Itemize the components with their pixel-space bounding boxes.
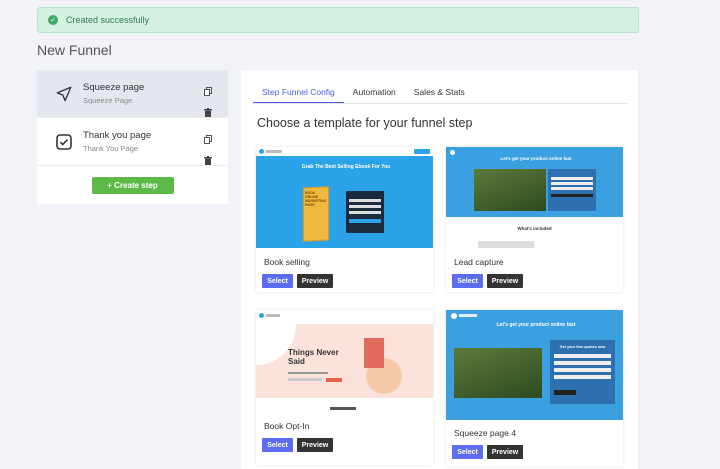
preview-button[interactable]: Preview xyxy=(297,274,333,288)
step-item-squeeze-page[interactable]: Squeeze page Squeeze Page xyxy=(37,70,228,118)
tab-sales-stats[interactable]: Sales & Stats xyxy=(405,80,474,103)
copy-icon[interactable] xyxy=(204,83,212,101)
template-card-lead-capture: Let's get your product online fast What'… xyxy=(446,147,623,292)
section-heading: Choose a template for your funnel step xyxy=(257,116,473,130)
select-button[interactable]: Select xyxy=(262,438,293,452)
create-step-area: + Create step xyxy=(37,166,228,204)
step-subtitle: Thank You Page xyxy=(83,144,139,153)
template-name: Lead capture xyxy=(454,257,504,267)
preview-button[interactable]: Preview xyxy=(297,438,333,452)
template-card-squeeze-page-4: Let's get your product online fast Get y… xyxy=(446,310,623,466)
template-thumbnail: Grab The Best Selling Ebook For You BOOK… xyxy=(256,147,433,248)
preview-button[interactable]: Preview xyxy=(487,445,523,459)
navigation-arrow-icon xyxy=(54,84,74,104)
check-square-icon xyxy=(54,132,74,152)
thumb-headline: Let's get your product online fast xyxy=(500,156,572,161)
thumb-subheading: What's included xyxy=(517,226,552,231)
thumb-form-title: Get your free quotes now xyxy=(559,345,606,349)
step-title: Squeeze page xyxy=(83,82,145,93)
funnel-steps-panel: Squeeze page Squeeze Page Thank you page… xyxy=(37,70,228,204)
check-circle-icon: ✓ xyxy=(48,15,58,25)
copy-icon[interactable] xyxy=(204,131,212,149)
select-button[interactable]: Select xyxy=(452,274,483,288)
template-name: Book Opt-In xyxy=(264,421,310,431)
tab-automation[interactable]: Automation xyxy=(344,80,405,103)
template-thumbnail: Let's get your product online fast What'… xyxy=(446,147,623,248)
step-config-panel: Step Funnel Config Automation Sales & St… xyxy=(241,70,638,469)
select-button[interactable]: Select xyxy=(452,445,483,459)
step-subtitle: Squeeze Page xyxy=(83,96,133,105)
template-name: Book selling xyxy=(264,257,310,267)
thumb-book-text: BOOK ONLINE MARKETING PAGE xyxy=(305,191,327,207)
template-name: Squeeze page 4 xyxy=(454,428,516,438)
alert-message: Created successfully xyxy=(66,15,150,25)
template-card-book-opt-in: Things Never Said Book Opt-In Select Pre… xyxy=(256,310,433,465)
thumb-headline: Let's get your product online fast xyxy=(496,322,576,328)
step-title: Thank you page xyxy=(83,130,152,141)
thumb-headline: Grab The Best Selling Ebook For You xyxy=(301,164,391,170)
select-button[interactable]: Select xyxy=(262,274,293,288)
preview-button[interactable]: Preview xyxy=(487,274,523,288)
template-thumbnail: Things Never Said xyxy=(256,310,433,411)
trash-icon[interactable] xyxy=(204,152,212,170)
create-step-button[interactable]: + Create step xyxy=(91,176,174,194)
template-card-book-selling: Grab The Best Selling Ebook For You BOOK… xyxy=(256,147,433,292)
success-alert: ✓ Created successfully xyxy=(37,7,639,33)
step-item-thank-you-page[interactable]: Thank you page Thank You Page xyxy=(37,118,228,166)
tab-bar: Step Funnel Config Automation Sales & St… xyxy=(253,80,627,104)
tab-step-funnel-config[interactable]: Step Funnel Config xyxy=(253,80,344,103)
template-thumbnail: Let's get your product online fast Get y… xyxy=(446,310,623,420)
thumb-headline: Things Never Said xyxy=(288,348,339,366)
page-title: New Funnel xyxy=(37,42,112,58)
